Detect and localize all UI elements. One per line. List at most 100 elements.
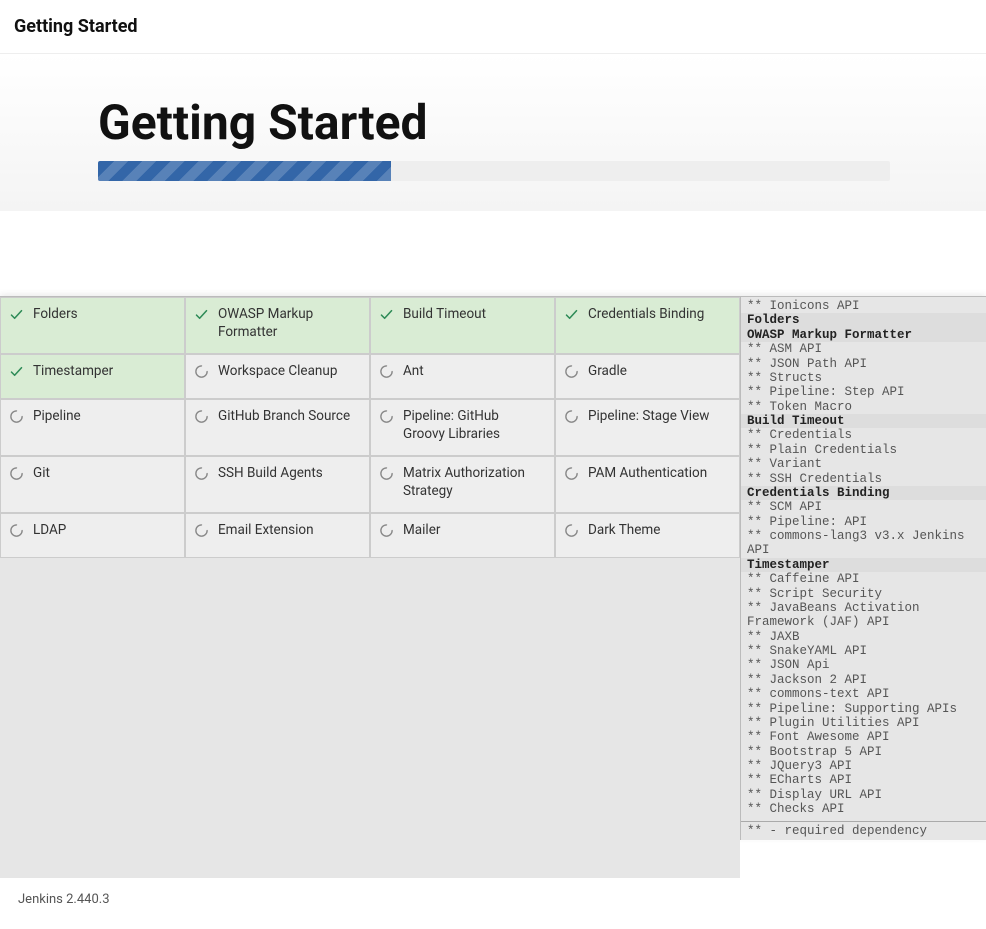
spinner-icon	[564, 523, 579, 538]
log-dep: ** JAXB	[747, 630, 980, 644]
plugin-cell: Git	[0, 456, 185, 513]
plugin-label: PAM Authentication	[588, 465, 707, 481]
log-dep: ** commons-lang3 v3.x Jenkins API	[747, 529, 980, 558]
spinner-icon	[564, 409, 579, 424]
log-dep: ** Variant	[747, 457, 980, 471]
plugin-cell: SSH Build Agents	[185, 456, 370, 513]
progress-fill	[98, 161, 391, 181]
spinner-icon	[564, 364, 579, 379]
plugin-cell: Email Extension	[185, 513, 370, 558]
log-dep: ** Checks API	[747, 802, 980, 816]
log-dep: ** Bootstrap 5 API	[747, 745, 980, 759]
plugin-cell: OWASP Markup Formatter	[185, 297, 370, 354]
log-dep: ** Display URL API	[747, 788, 980, 802]
log-dep: ** JQuery3 API	[747, 759, 980, 773]
plugin-cell: Build Timeout	[370, 297, 555, 354]
hero-heading: Getting Started	[98, 94, 986, 151]
check-icon	[9, 364, 24, 379]
check-icon	[9, 307, 24, 322]
log-dep: ** Script Security	[747, 587, 980, 601]
log-group-title: Credentials Binding	[741, 486, 986, 500]
plugin-label: Build Timeout	[403, 306, 486, 322]
plugin-cell: Matrix Authorization Strategy	[370, 456, 555, 513]
log-dep: ** Pipeline: Step API	[747, 385, 980, 399]
check-icon	[564, 307, 579, 322]
topbar: Getting Started	[0, 0, 986, 54]
log-dep: ** Token Macro	[747, 400, 980, 414]
plugin-cell: Dark Theme	[555, 513, 740, 558]
log-dep: ** JSON Api	[747, 658, 980, 672]
plugin-label: Mailer	[403, 522, 440, 538]
spinner-icon	[9, 466, 24, 481]
log-dep: ** Jackson 2 API	[747, 673, 980, 687]
install-log[interactable]: ** Ionicons APIFoldersOWASP Markup Forma…	[740, 297, 986, 840]
hero: Getting Started	[0, 54, 986, 211]
log-dep: ** Caffeine API	[747, 572, 980, 586]
plugin-label: LDAP	[33, 522, 66, 538]
log-group-title: Timestamper	[741, 558, 986, 572]
spinner-icon	[379, 523, 394, 538]
plugin-label: Ant	[403, 363, 424, 379]
plugin-cell: Mailer	[370, 513, 555, 558]
plugin-label: Folders	[33, 306, 78, 322]
plugin-cell: LDAP	[0, 513, 185, 558]
log-dep: ** ECharts API	[747, 773, 980, 787]
log-dep: ** Font Awesome API	[747, 730, 980, 744]
check-icon	[194, 307, 209, 322]
plugin-label: Matrix Authorization Strategy	[403, 465, 525, 499]
spinner-icon	[9, 409, 24, 424]
plugin-cell: Ant	[370, 354, 555, 399]
spinner-icon	[194, 523, 209, 538]
log-group-title: Folders	[741, 313, 986, 327]
spinner-icon	[194, 409, 209, 424]
plugin-label: Gradle	[588, 363, 627, 379]
plugin-cell: Gradle	[555, 354, 740, 399]
plugin-cell: Folders	[0, 297, 185, 354]
plugin-label: SSH Build Agents	[218, 465, 323, 481]
plugin-label: Pipeline	[33, 408, 81, 424]
plugin-label: Git	[33, 465, 50, 481]
spinner-icon	[564, 466, 579, 481]
log-dep: ** Credentials	[747, 428, 980, 442]
plugin-cell: Credentials Binding	[555, 297, 740, 354]
content: FoldersOWASP Markup FormatterBuild Timeo…	[0, 296, 986, 840]
log-group-title: OWASP Markup Formatter	[741, 328, 986, 342]
log-dep: ** commons-text API	[747, 687, 980, 701]
log-dep: ** Plain Credentials	[747, 443, 980, 457]
spinner-icon	[379, 409, 394, 424]
log-dep: ** SnakeYAML API	[747, 644, 980, 658]
plugin-cell: PAM Authentication	[555, 456, 740, 513]
plugin-grid: Folders OWASP Markup Formatter Build Timeo…	[0, 297, 740, 840]
log-dep: ** Plugin Utilities API	[747, 716, 980, 730]
plugin-label: Credentials Binding	[588, 306, 704, 322]
progress-bar	[98, 161, 890, 181]
plugin-label: Dark Theme	[588, 522, 660, 538]
plugin-cell: Pipeline	[0, 399, 185, 456]
log-group-title: Build Timeout	[741, 414, 986, 428]
log-dep: ** ASM API	[747, 342, 980, 356]
plugin-cell: Pipeline: Stage View	[555, 399, 740, 456]
spinner-icon	[379, 364, 394, 379]
log-dep: ** Pipeline: API	[747, 515, 980, 529]
plugin-label: Pipeline: GitHub Groovy Libraries	[403, 408, 500, 442]
log-dep: ** Ionicons API	[747, 299, 980, 313]
log-dep: ** Structs	[747, 371, 980, 385]
plugin-cell: Timestamper	[0, 354, 185, 399]
log-dep: ** SCM API	[747, 500, 980, 514]
grid-filler	[0, 558, 740, 878]
log-dep: ** JavaBeans Activation Framework (JAF) …	[747, 601, 980, 630]
plugin-cell: GitHub Branch Source	[185, 399, 370, 456]
check-icon	[379, 307, 394, 322]
plugin-label: Timestamper	[33, 363, 113, 379]
log-dep: ** SSH Credentials	[747, 472, 980, 486]
plugin-cell: Workspace Cleanup	[185, 354, 370, 399]
plugin-label: Pipeline: Stage View	[588, 408, 709, 424]
spinner-icon	[9, 523, 24, 538]
footer-version: Jenkins 2.440.3	[18, 892, 110, 907]
log-dep: ** Pipeline: Supporting APIs	[747, 702, 980, 716]
plugin-label: Email Extension	[218, 522, 314, 538]
spinner-icon	[379, 466, 394, 481]
spinner-icon	[194, 466, 209, 481]
plugin-label: GitHub Branch Source	[218, 408, 350, 424]
plugin-label: OWASP Markup Formatter	[218, 306, 313, 340]
